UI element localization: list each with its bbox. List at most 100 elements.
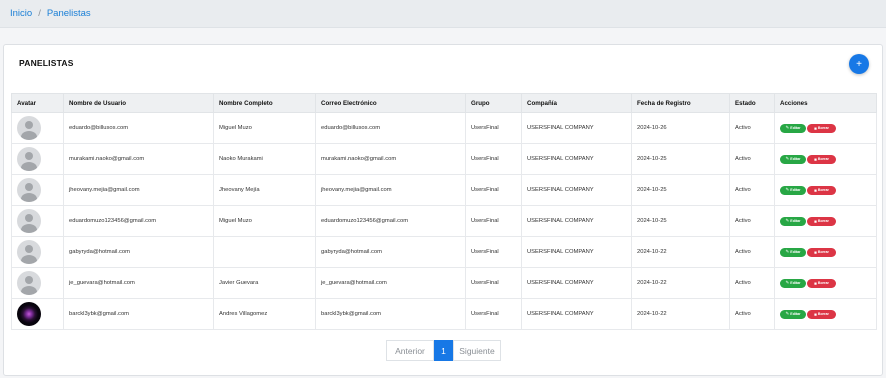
table-row: je_guevara@hotmail.com Javier Guevara je_g… xyxy=(11,267,877,299)
table-row: eduardomuzo123456@gmail.com Miguel Muzo ed… xyxy=(11,205,877,237)
edit-label: Editar xyxy=(790,188,801,192)
edit-label: Editar xyxy=(790,126,801,130)
avatar xyxy=(17,178,41,202)
pencil-icon: ✎ xyxy=(785,311,790,316)
avatar xyxy=(17,209,41,233)
edit-button[interactable]: ✎ Editar xyxy=(780,278,806,288)
date-cell: 2024-10-22 xyxy=(631,298,730,330)
table-row: barckl3ybk@gmail.com Andres Villagomez bar… xyxy=(11,298,877,330)
col-date: Fecha de Registro xyxy=(631,93,730,113)
avatar xyxy=(17,116,41,140)
username-cell: eduardo@billusos.com xyxy=(63,112,214,144)
avatar-cell xyxy=(11,143,64,175)
actions-cell: ✎ Editar ■ Borrar xyxy=(774,174,877,206)
add-panelist-button[interactable]: + xyxy=(849,54,869,74)
edit-button[interactable]: ✎ Editar xyxy=(780,216,806,226)
delete-button[interactable]: ■ Borrar xyxy=(807,247,836,257)
pencil-icon: ✎ xyxy=(785,187,790,192)
username-cell: murakami.naoko@gmail.com xyxy=(63,143,214,175)
company-cell: USERSFINAL COMPANY xyxy=(521,267,632,299)
edit-button[interactable]: ✎ Editar xyxy=(780,309,806,319)
date-cell: 2024-10-22 xyxy=(631,267,730,299)
delete-button[interactable]: ■ Borrar xyxy=(807,278,836,288)
username-cell: gabyryda@hotmail.com xyxy=(63,236,214,268)
breadcrumb-separator: / xyxy=(38,8,41,19)
delete-label: Borrar xyxy=(817,250,829,254)
trash-icon: ■ xyxy=(814,187,817,193)
company-cell: USERSFINAL COMPANY xyxy=(521,174,632,206)
col-actions: Acciones xyxy=(774,93,877,113)
group-cell: UsersFinal xyxy=(465,205,522,237)
full-name-cell: Andres Villagomez xyxy=(213,298,316,330)
avatar xyxy=(17,240,41,264)
edit-button[interactable]: ✎ Editar xyxy=(780,154,806,164)
edit-label: Editar xyxy=(790,157,801,161)
edit-label: Editar xyxy=(790,250,801,254)
panelists-card: PANELISTAS + Avatar Nombre de Usuario No… xyxy=(3,44,883,376)
breadcrumb-home-link[interactable]: Inicio xyxy=(10,8,32,19)
delete-button[interactable]: ■ Borrar xyxy=(807,309,836,319)
pencil-icon: ✎ xyxy=(785,249,790,254)
username-cell: barckl3ybk@gmail.com xyxy=(63,298,214,330)
group-cell: UsersFinal xyxy=(465,112,522,144)
status-cell: Activo xyxy=(729,267,775,299)
col-group: Grupo xyxy=(465,93,522,113)
username-cell: je_guevara@hotmail.com xyxy=(63,267,214,299)
delete-button[interactable]: ■ Borrar xyxy=(807,216,836,226)
edit-label: Editar xyxy=(790,219,801,223)
table-row: eduardo@billusos.com Miguel Muzo eduardo@b… xyxy=(11,112,877,144)
status-cell: Activo xyxy=(729,174,775,206)
group-cell: UsersFinal xyxy=(465,143,522,175)
full-name-cell: Miguel Muzo xyxy=(213,205,316,237)
username-cell: jheovany.mejia@gmail.com xyxy=(63,174,214,206)
company-cell: USERSFINAL COMPANY xyxy=(521,298,632,330)
avatar-cell xyxy=(11,236,64,268)
delete-label: Borrar xyxy=(817,126,829,130)
group-cell: UsersFinal xyxy=(465,298,522,330)
delete-button[interactable]: ■ Borrar xyxy=(807,185,836,195)
table-row: murakami.naoko@gmail.com Naoko Murakami mu… xyxy=(11,143,877,175)
edit-button[interactable]: ✎ Editar xyxy=(780,185,806,195)
pagination: Anterior 1 Siguiente xyxy=(386,340,501,361)
col-avatar: Avatar xyxy=(11,93,64,113)
full-name-cell: Jheovany Mejía xyxy=(213,174,316,206)
date-cell: 2024-10-25 xyxy=(631,143,730,175)
delete-label: Borrar xyxy=(817,312,829,316)
date-cell: 2024-10-25 xyxy=(631,205,730,237)
pagination-next-button[interactable]: Siguiente xyxy=(453,340,501,361)
col-full-name: Nombre Completo xyxy=(213,93,316,113)
email-cell: murakami.naoko@gmail.com xyxy=(315,143,466,175)
delete-button[interactable]: ■ Borrar xyxy=(807,123,836,133)
full-name-cell: Naoko Murakami xyxy=(213,143,316,175)
trash-icon: ■ xyxy=(814,156,817,162)
pagination-page-1[interactable]: 1 xyxy=(434,340,453,361)
status-cell: Activo xyxy=(729,298,775,330)
edit-button[interactable]: ✎ Editar xyxy=(780,123,806,133)
delete-label: Borrar xyxy=(817,281,829,285)
date-cell: 2024-10-25 xyxy=(631,174,730,206)
col-username: Nombre de Usuario xyxy=(63,93,214,113)
edit-label: Editar xyxy=(790,281,801,285)
status-cell: Activo xyxy=(729,143,775,175)
actions-cell: ✎ Editar ■ Borrar xyxy=(774,267,877,299)
pagination-prev-button[interactable]: Anterior xyxy=(386,340,434,361)
full-name-cell xyxy=(213,236,316,268)
full-name-cell: Javier Guevara xyxy=(213,267,316,299)
breadcrumb: Inicio / Panelistas xyxy=(0,0,886,28)
col-email: Correo Electrónico xyxy=(315,93,466,113)
breadcrumb-current[interactable]: Panelistas xyxy=(47,8,91,19)
date-cell: 2024-10-22 xyxy=(631,236,730,268)
status-cell: Activo xyxy=(729,205,775,237)
table-row: gabyryda@hotmail.com gabyryda@hotmail.com… xyxy=(11,236,877,268)
company-cell: USERSFINAL COMPANY xyxy=(521,205,632,237)
delete-button[interactable]: ■ Borrar xyxy=(807,154,836,164)
company-cell: USERSFINAL COMPANY xyxy=(521,236,632,268)
actions-cell: ✎ Editar ■ Borrar xyxy=(774,143,877,175)
group-cell: UsersFinal xyxy=(465,174,522,206)
edit-label: Editar xyxy=(790,312,801,316)
actions-cell: ✎ Editar ■ Borrar xyxy=(774,236,877,268)
trash-icon: ■ xyxy=(814,311,817,317)
delete-label: Borrar xyxy=(817,157,829,161)
col-company: Compañía xyxy=(521,93,632,113)
edit-button[interactable]: ✎ Editar xyxy=(780,247,806,257)
